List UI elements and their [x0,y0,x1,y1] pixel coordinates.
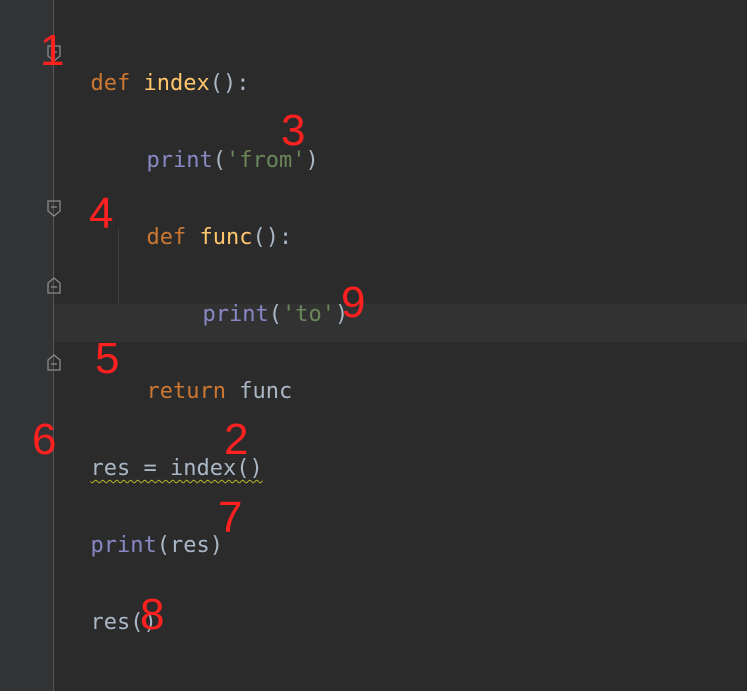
string-literal: 'to' [281,302,335,327]
annotation-number: 3 [281,106,306,155]
keyword: def [146,225,187,250]
code-line-def-index[interactable]: def index(): [64,39,250,96]
annotation-number: 7 [218,493,243,542]
punctuation: ( [212,148,226,173]
indent-guide [118,228,119,304]
current-line-highlight [54,304,747,342]
annotation-number: 6 [32,415,57,464]
code-line-print-res[interactable]: print(res) [64,501,223,558]
punctuation: (): [252,225,293,250]
identifier: func [239,379,293,404]
annotation-number: 8 [140,590,165,639]
keyword: def [90,71,131,96]
annotation-number: 9 [341,278,366,327]
keyword: return [146,379,226,404]
code-line-return[interactable]: return func [120,347,293,404]
code-line-print-to[interactable]: print('to') [176,270,349,327]
fold-close-icon[interactable] [46,353,62,371]
builtin-call: print [202,302,269,327]
code-line-def-func[interactable]: def func(): [120,193,293,250]
annotation-number: 2 [224,415,249,464]
punctuation: ( [268,302,282,327]
function-name: func [199,225,253,250]
annotation-number: 4 [89,189,114,238]
annotation-number: 5 [95,334,120,383]
punctuation: (): [209,71,250,96]
arguments: (res) [156,533,223,558]
function-name: index [143,71,210,96]
editor-gutter [0,0,54,691]
builtin-call: print [146,148,213,173]
gutter-divider [53,0,54,691]
punctuation: ) [305,148,319,173]
fold-close-icon[interactable] [46,276,62,294]
annotation-number: 1 [40,26,65,75]
fold-open-icon[interactable] [46,200,62,218]
builtin-call: print [90,533,157,558]
